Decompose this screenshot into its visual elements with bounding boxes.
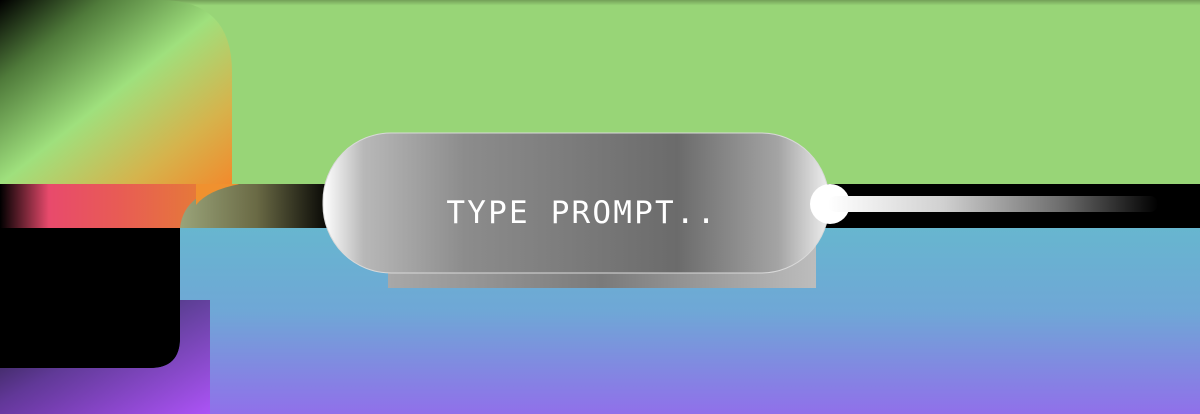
- prompt-input[interactable]: TYPE PROMPT..: [333, 183, 831, 243]
- connector-line: [828, 196, 1158, 212]
- left-black-block: [0, 228, 180, 368]
- pink-strip: [0, 184, 196, 228]
- rainbow-corner: [0, 0, 232, 184]
